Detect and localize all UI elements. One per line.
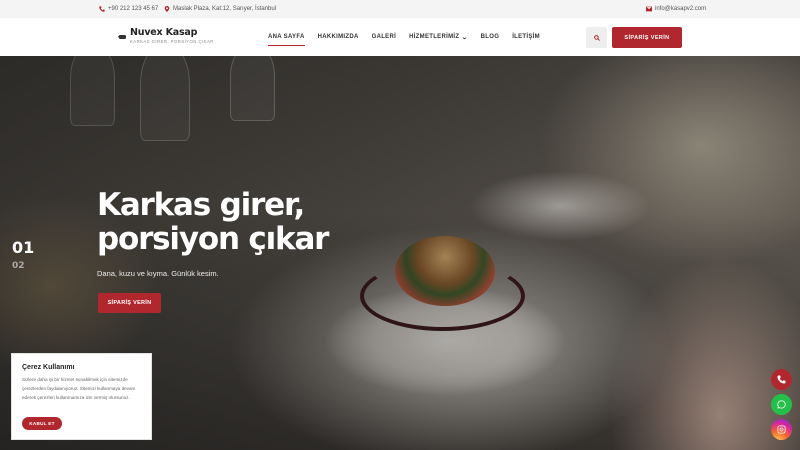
floating-whatsapp-button[interactable] [771, 394, 792, 415]
floating-phone-button[interactable] [771, 369, 792, 390]
cookie-title: Çerez Kullanımı [22, 364, 75, 371]
nav-item-blog[interactable]: BLOG [481, 18, 500, 56]
brand-name: Nuvex Kasap [130, 27, 198, 38]
topbar-email[interactable]: info@kasapv2.com [646, 0, 706, 18]
chevron-down-icon: ⌄ [461, 34, 469, 41]
slide-indicator[interactable]: 02 [12, 261, 25, 271]
brand-tagline: KARKAS GİRER, PORSİYON ÇIKAR [130, 39, 214, 44]
nav-item-label: HİZMETLERİMİZ [409, 34, 460, 40]
nav-item-label: ANA SAYFA [268, 34, 305, 40]
nav-item-gallery[interactable]: GALERİ [372, 18, 396, 56]
nav-item-label: İLETİŞİM [512, 34, 540, 40]
nav-item-about[interactable]: HAKKIMIZDA [318, 18, 359, 56]
topbar-phone[interactable]: +90 212 123 45 67 [99, 0, 158, 18]
nav-item-services[interactable]: HİZMETLERİMİZ ⌄ [409, 18, 468, 56]
site-header: Nuvex Kasap KARKAS GİRER, PORSİYON ÇIKAR… [0, 18, 800, 56]
envelope-icon [646, 6, 652, 12]
search-button[interactable] [586, 27, 607, 48]
topbar-address: Maslak Plaza, Kat:12, Sarıyer, İstanbul [164, 0, 276, 18]
instagram-icon [777, 425, 786, 434]
cookie-text: Sizlere daha iyi bir hizmet sunabilmek i… [22, 377, 136, 400]
nav-item-contact[interactable]: İLETİŞİM [512, 18, 540, 56]
hero-subtitle: Dana, kuzu ve kıyma. Günlük kesim. [97, 269, 219, 278]
nav-item-label: GALERİ [371, 34, 397, 40]
brand-logo[interactable]: Nuvex Kasap KARKAS GİRER, PORSİYON ÇIKAR [118, 27, 214, 45]
location-pin-icon [164, 6, 170, 12]
phone-icon [99, 6, 105, 12]
hero-order-button[interactable]: SİPARİŞ VERİN [98, 293, 161, 313]
cookie-accept-button[interactable]: KABUL ET [22, 417, 62, 430]
slide-indicator-active[interactable]: 01 [12, 238, 34, 257]
nav-item-label: HAKKIMIZDA [317, 34, 359, 40]
hero-title: Karkas girer, porsiyon çıkar [97, 187, 329, 257]
top-bar: +90 212 123 45 67 Maslak Plaza, Kat:12, … [0, 0, 800, 18]
topbar-address-text: Maslak Plaza, Kat:12, Sarıyer, İstanbul [173, 6, 277, 12]
whatsapp-icon [777, 400, 786, 409]
butcher-knife-icon [118, 27, 126, 45]
main-nav: ANA SAYFA HAKKIMIZDA GALERİ HİZMETLERİMİ… [268, 18, 553, 56]
nav-item-label: BLOG [480, 34, 500, 40]
topbar-email-text: info@kasapv2.com [655, 6, 707, 12]
floating-instagram-button[interactable] [771, 419, 792, 440]
cookie-consent: Çerez Kullanımı Sizlere daha iyi bir hiz… [11, 353, 152, 440]
topbar-phone-text: +90 212 123 45 67 [108, 6, 159, 12]
phone-icon [777, 375, 786, 384]
header-order-button[interactable]: SİPARİŞ VERİN [612, 27, 682, 48]
nav-item-home[interactable]: ANA SAYFA [268, 18, 305, 56]
search-icon [593, 34, 600, 41]
